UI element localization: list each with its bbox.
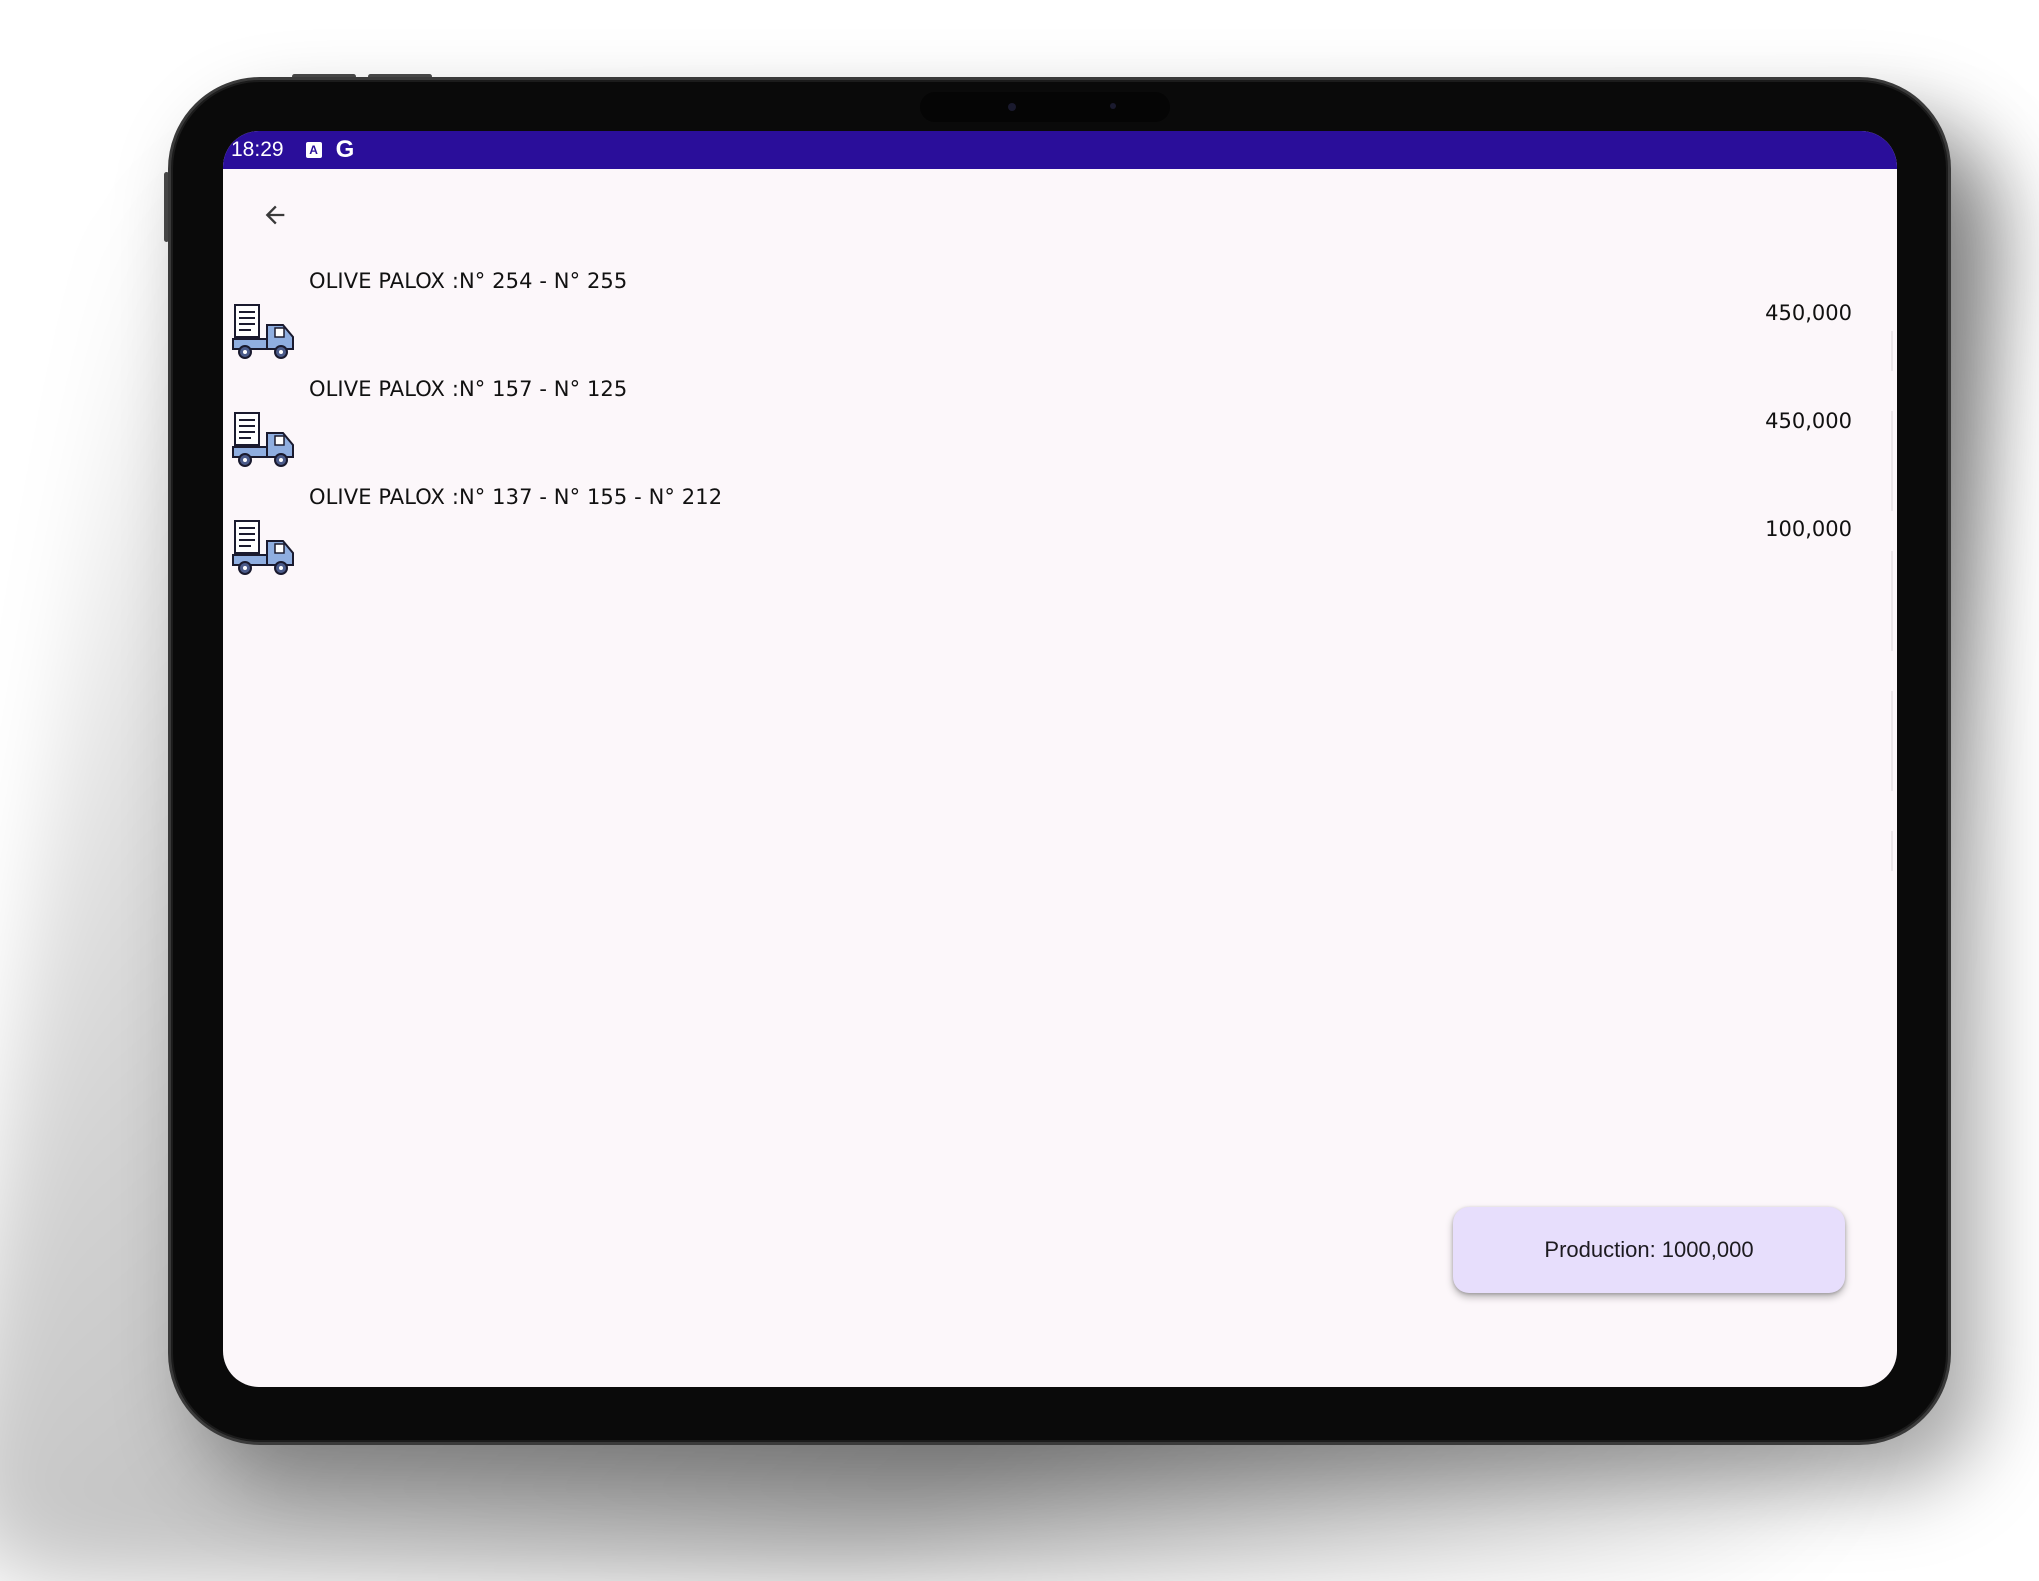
list-item-title: OLIVE PALOX :N° 157 - N° 125 [309,377,628,401]
keyboard-a-icon: A [305,142,322,158]
front-camera [920,92,1170,122]
list-item-value: 450,000 [1765,301,1852,325]
delivery-truck-icon [232,304,294,359]
app-screen: 18:29 A G OLIVE PALOX:N° 254 - N° 255 4… [223,131,1897,1387]
scroll-indicator [1891,691,1893,791]
list-item-title: OLIVE PALOX :N° 137 - N° 155 - N° 212 [309,485,723,509]
list-item[interactable]: OLIVE PALOX :N° 254 - N° 255 450,000 [223,261,1897,369]
list-item-value: 450,000 [1765,409,1852,433]
status-time: 18:29 [231,138,284,161]
production-list: OLIVE PALOX :N° 254 - N° 255 450,000 OLI… [223,261,1897,585]
scroll-indicator [1891,411,1893,511]
delivery-truck-icon [232,412,294,467]
delivery-truck-icon [232,520,294,575]
status-bar: 18:29 A G [223,131,1897,169]
list-item[interactable]: OLIVE PALOX :N° 157 - N° 125 450,000 [223,369,1897,477]
scroll-indicator [1891,331,1893,371]
production-button[interactable]: Production: 1000,000 [1453,1207,1845,1293]
list-item-value: 100,000 [1765,517,1852,541]
google-g-icon: G [335,136,355,163]
list-item-title: OLIVE PALOX :N° 254 - N° 255 [309,269,628,293]
arrow-left-icon [265,205,285,225]
toolbar [223,169,1897,261]
scroll-indicator [1891,831,1893,871]
scroll-indicator [1891,551,1893,651]
back-button[interactable] [253,193,297,237]
list-item[interactable]: OLIVE PALOX :N° 137 - N° 155 - N° 212 10… [223,477,1897,585]
